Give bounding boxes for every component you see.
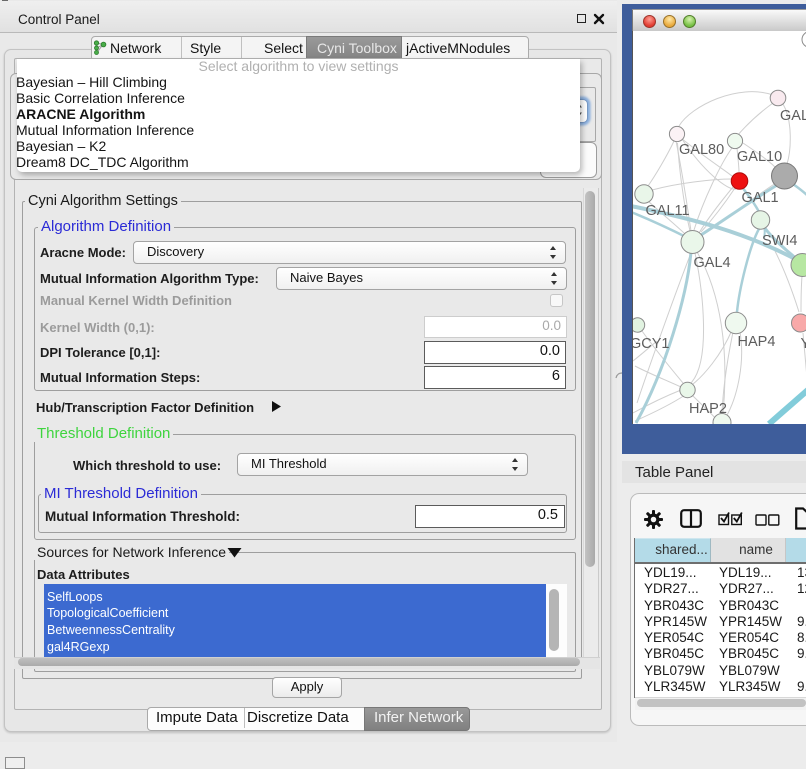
svg-text:GAL4: GAL4	[694, 255, 731, 271]
svg-text:GAL80: GAL80	[679, 142, 724, 158]
svg-text:GCY1: GCY1	[633, 336, 670, 352]
svg-text:GAL1: GAL1	[742, 190, 779, 206]
svg-text:HAP4: HAP4	[738, 334, 776, 350]
svg-text:GAL10: GAL10	[737, 149, 782, 165]
svg-text:SWI4: SWI4	[762, 233, 797, 249]
svg-text:Y: Y	[801, 336, 806, 352]
svg-text:GAL: GAL	[780, 108, 806, 124]
svg-text:GAL11: GAL11	[646, 203, 690, 219]
svg-text:HAP2: HAP2	[689, 401, 727, 417]
